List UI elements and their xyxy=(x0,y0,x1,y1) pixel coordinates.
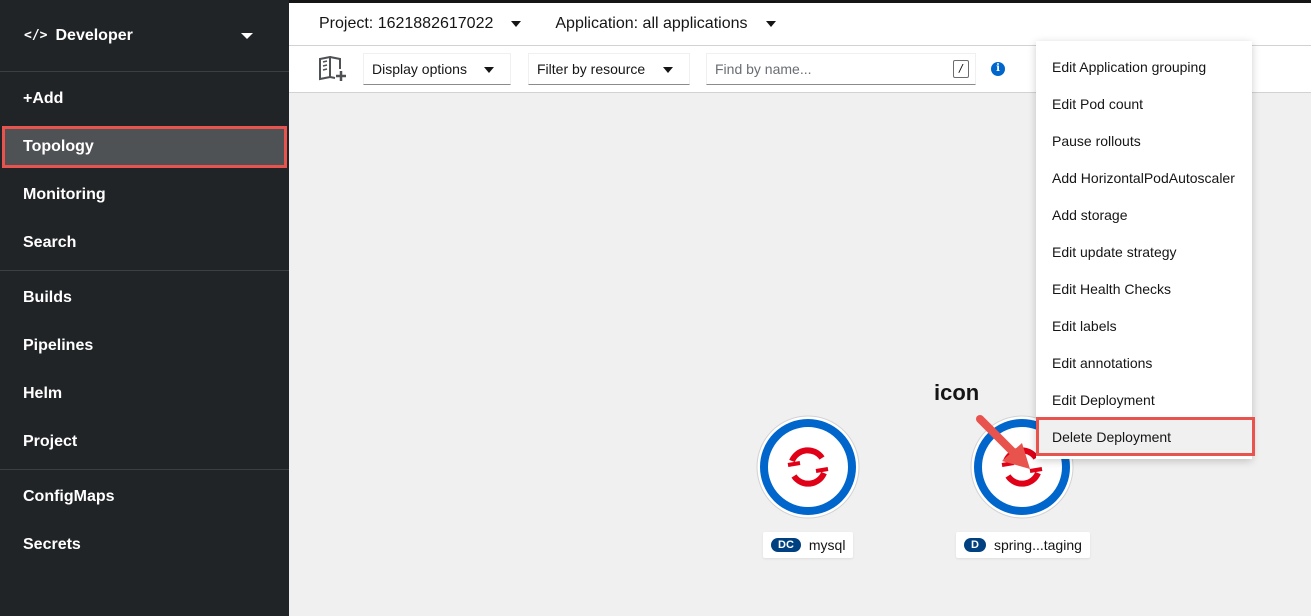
topology-node-mysql[interactable] xyxy=(756,415,860,519)
nav-item-monitoring[interactable]: Monitoring xyxy=(0,171,289,219)
menu-item-edit-update-strategy[interactable]: Edit update strategy xyxy=(1036,233,1252,270)
application-selector-label: Application: all applications xyxy=(555,15,748,32)
nav-item-project[interactable]: Project xyxy=(0,418,289,466)
display-options-label: Display options xyxy=(372,61,467,77)
menu-item-pause-rollouts[interactable]: Pause rollouts xyxy=(1036,122,1252,159)
node-context-menu: Edit Application grouping Edit Pod count… xyxy=(1036,41,1255,459)
caret-down-icon xyxy=(484,67,494,73)
menu-item-add-storage[interactable]: Add storage xyxy=(1036,196,1252,233)
info-icon[interactable]: i xyxy=(991,62,1005,76)
annotation-label: icon xyxy=(934,380,980,405)
code-icon: </> xyxy=(24,28,48,43)
node-label-mysql[interactable]: DC mysql xyxy=(763,532,854,558)
node-name: spring...taging xyxy=(993,537,1082,553)
filter-by-resource-label: Filter by resource xyxy=(537,61,646,77)
perspective-label: Developer xyxy=(55,26,133,44)
application-selector[interactable]: Application: all applications xyxy=(555,15,776,33)
nav-item-topology[interactable]: Topology xyxy=(2,126,287,168)
resource-badge: DC xyxy=(771,538,801,552)
node-label-spring[interactable]: D spring...taging xyxy=(956,532,1090,558)
resource-badge: D xyxy=(964,538,986,552)
caret-down-icon xyxy=(241,33,253,39)
menu-item-edit-pod-count[interactable]: Edit Pod count xyxy=(1036,85,1252,122)
nav-group-builds: Builds Pipelines Helm Project xyxy=(0,271,289,470)
caret-down-icon xyxy=(765,21,776,27)
menu-item-edit-annotations[interactable]: Edit annotations xyxy=(1036,344,1252,381)
nav-item-add[interactable]: +Add xyxy=(0,75,289,123)
menu-item-edit-health-checks[interactable]: Edit Health Checks xyxy=(1036,270,1252,307)
nav-group-config: ConfigMaps Secrets xyxy=(0,470,289,572)
context-bar: Project: 1621882617022 Application: all … xyxy=(289,0,1311,46)
menu-item-delete-deployment[interactable]: Delete Deployment xyxy=(1036,417,1255,456)
filter-by-resource-dropdown[interactable]: Filter by resource xyxy=(528,53,690,85)
keyboard-shortcut-hint: / xyxy=(953,60,969,78)
menu-item-add-hpa[interactable]: Add HorizontalPodAutoscaler xyxy=(1036,159,1252,196)
caret-down-icon xyxy=(511,21,522,27)
find-by-name-input[interactable] xyxy=(715,61,945,77)
nav-item-configmaps[interactable]: ConfigMaps xyxy=(0,473,289,521)
menu-item-edit-application-grouping[interactable]: Edit Application grouping xyxy=(1036,48,1252,85)
nav-item-pipelines[interactable]: Pipelines xyxy=(0,322,289,370)
nav-item-builds[interactable]: Builds xyxy=(0,274,289,322)
perspective-switcher[interactable]: </> Developer xyxy=(0,0,289,72)
node-name: mysql xyxy=(808,537,846,553)
project-selector[interactable]: Project: 1621882617022 xyxy=(319,15,522,33)
caret-down-icon xyxy=(663,67,673,73)
nav-item-secrets[interactable]: Secrets xyxy=(0,521,289,569)
add-to-project-book-icon[interactable] xyxy=(318,56,348,82)
display-options-dropdown[interactable]: Display options xyxy=(363,53,511,85)
sidebar: </> Developer +Add Topology Monitoring S… xyxy=(0,0,289,616)
nav-item-search[interactable]: Search xyxy=(0,219,289,267)
nav-item-helm[interactable]: Helm xyxy=(0,370,289,418)
project-selector-label: Project: 1621882617022 xyxy=(319,15,494,32)
menu-item-edit-labels[interactable]: Edit labels xyxy=(1036,307,1252,344)
nav-group-main: +Add Topology Monitoring Search xyxy=(0,72,289,271)
find-by-name-field: / xyxy=(706,53,976,85)
menu-item-edit-deployment[interactable]: Edit Deployment xyxy=(1036,381,1252,418)
